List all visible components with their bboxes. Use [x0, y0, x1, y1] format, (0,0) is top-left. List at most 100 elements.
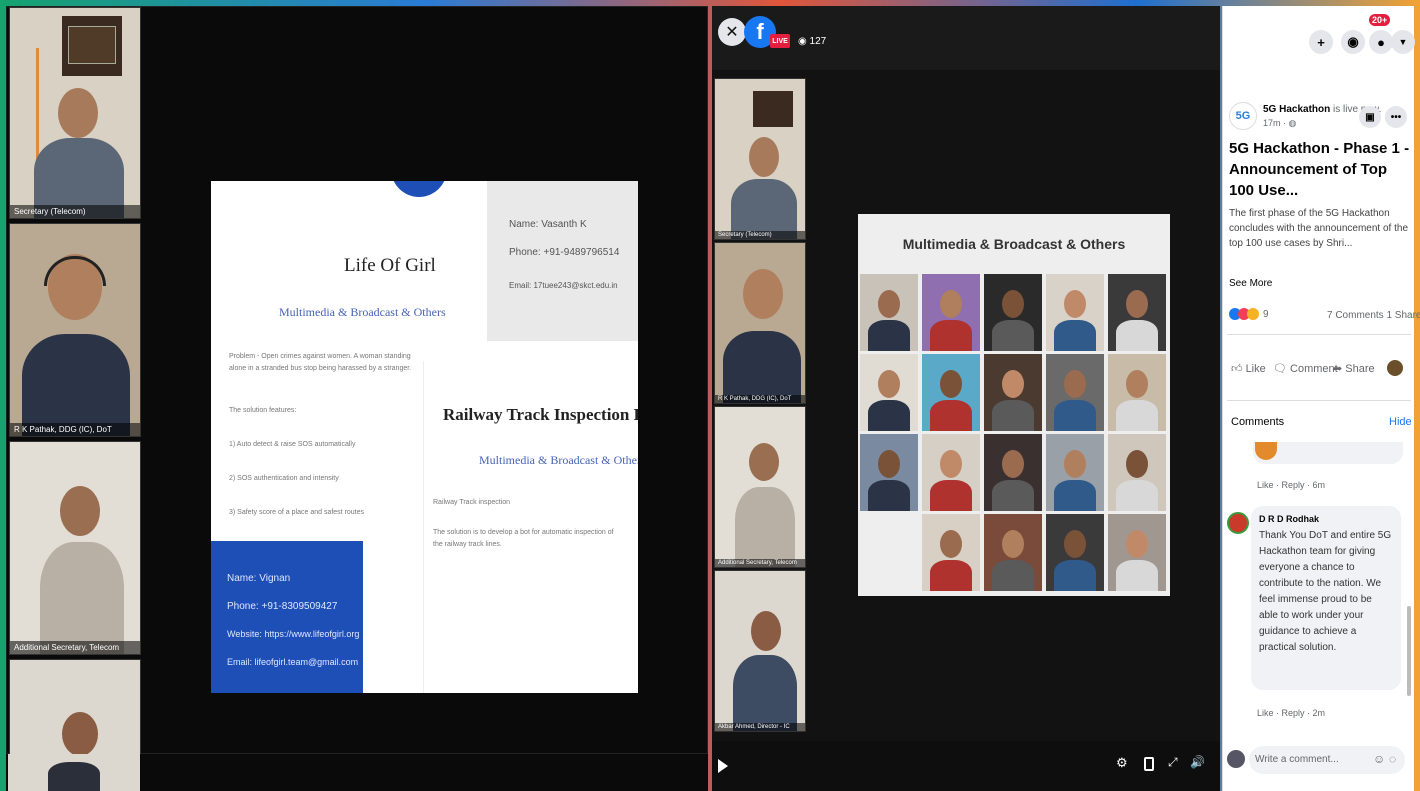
person-body: [1054, 480, 1096, 511]
gallery-participant-tile: [984, 354, 1042, 431]
person-body: [22, 334, 130, 436]
person-body: [723, 331, 801, 403]
person-head: [940, 370, 962, 398]
comment-meta[interactable]: Like · Reply · 2m: [1257, 708, 1325, 718]
person-body: [1116, 480, 1158, 511]
post-title: 5G Hackathon - Phase 1 - Announcement of…: [1229, 140, 1410, 199]
settings-icon[interactable]: ⚙: [1116, 755, 1128, 771]
page-avatar[interactable]: 5G: [1229, 102, 1257, 130]
comment-avatar: [1255, 442, 1277, 460]
person-body: [1116, 320, 1158, 351]
see-more-link[interactable]: See More: [1229, 278, 1272, 289]
video-participant-tile: R K Pathak, DDG (IC), DoT: [714, 242, 806, 404]
reactions[interactable]: 9: [1229, 308, 1269, 320]
write-comment-field[interactable]: Write a comment... ☺ ◌: [1249, 746, 1405, 774]
participant-tile[interactable]: Additional Secretary, Telecom: [9, 441, 141, 655]
comment-meta[interactable]: Like · Reply · 6m: [1257, 480, 1325, 490]
reaction-avatar[interactable]: [1387, 360, 1403, 376]
gallery-participant-tile: [860, 274, 918, 351]
person-body: [868, 400, 910, 431]
user-avatar: [1227, 750, 1245, 768]
hide-comments-link[interactable]: Hide: [1389, 416, 1412, 428]
video-participant-tile: Additional Secretary, Telecom: [714, 406, 806, 568]
gallery-participant-tile: [984, 514, 1042, 591]
person-head: [62, 712, 98, 754]
account-menu-icon[interactable]: ▼: [1391, 30, 1415, 54]
participant-tile[interactable]: [8, 754, 140, 791]
comments-heading: Comments: [1231, 416, 1285, 428]
gallery-participant-tile: [1046, 434, 1104, 511]
page-name[interactable]: 5G Hackathon: [1263, 104, 1330, 115]
person-head: [1126, 530, 1148, 558]
person-head: [1064, 370, 1086, 398]
contact-box-1: Name: Vignan Phone: +91-8309509427 Websi…: [211, 541, 363, 693]
person-head: [1002, 530, 1024, 558]
project2-desc: Railway Track inspection: [433, 499, 511, 506]
comment-author[interactable]: D R D Rodhak: [1259, 514, 1393, 524]
person-head: [743, 269, 783, 319]
participant-label: Additional Secretary, Telecom: [10, 641, 140, 654]
video-participant-tile: Akbar Ahmed, Director - IC: [714, 570, 806, 732]
person-body: [930, 320, 972, 351]
participant-tile[interactable]: Secretary (Telecom): [9, 7, 141, 219]
scrollbar[interactable]: [1407, 606, 1411, 696]
emoji-icon[interactable]: ☺: [1373, 752, 1385, 766]
wow-reaction-icon: [1247, 308, 1259, 320]
contact2-phone: Phone: +91-9489796514: [509, 247, 620, 258]
participant-label: Additional Secretary, Telecom: [715, 559, 805, 567]
post-body: The first phase of the 5G Hackathon conc…: [1229, 208, 1409, 249]
person-head: [878, 450, 900, 478]
create-icon[interactable]: +: [1309, 30, 1333, 54]
video-controls: ⚙ ⤢ 🔊: [712, 741, 1220, 791]
divider: [423, 361, 424, 693]
person-body: [1116, 400, 1158, 431]
bookmark-icon[interactable]: ▣: [1359, 106, 1381, 128]
live-badge: LIVE: [770, 34, 790, 48]
contact-box-2: Name: Vasanth K Phone: +91-9489796514 Em…: [487, 181, 638, 341]
person-body: [930, 400, 972, 431]
gallery-participant-tile: [1108, 354, 1166, 431]
project1-title: Life Of Girl: [344, 255, 436, 276]
person-head: [60, 486, 100, 536]
person-head: [1002, 450, 1024, 478]
play-icon[interactable]: [718, 759, 728, 773]
participant-label: Secretary (Telecom): [715, 231, 805, 239]
project1-problem: Problem - Open crimes against women. A w…: [229, 353, 412, 372]
project1-category: Multimedia & Broadcast & Others: [279, 305, 446, 319]
person-head: [1064, 530, 1086, 558]
viewer-count: ◉ 127: [798, 36, 827, 47]
more-options-icon[interactable]: •••: [1385, 106, 1407, 128]
sticker-icon[interactable]: ◌: [1389, 752, 1396, 766]
commenter-avatar[interactable]: [1227, 512, 1249, 534]
participant-tile[interactable]: [9, 659, 141, 755]
fullscreen-icon[interactable]: ⤢: [1168, 755, 1178, 770]
person-head: [1126, 450, 1148, 478]
fb-video-player[interactable]: ✕ f LIVE ◉ 127 Secretary (Telecom) R K P…: [712, 6, 1220, 791]
participant-tile[interactable]: R K Pathak, DDG (IC), DoT: [9, 223, 141, 437]
person-body: [992, 560, 1034, 591]
messenger-icon[interactable]: ◉: [1341, 30, 1365, 54]
person-head: [749, 137, 779, 177]
notification-badge: 20+: [1369, 14, 1391, 26]
gallery-participant-tile: [1046, 354, 1104, 431]
participant-label: R K Pathak, DDG (IC), DoT: [715, 395, 805, 403]
pip-icon[interactable]: [1144, 757, 1154, 771]
person-head: [1002, 290, 1024, 318]
person-head: [749, 443, 779, 481]
nameplate: [753, 91, 793, 127]
like-button[interactable]: 👍︎ Like: [1231, 362, 1266, 375]
share-button[interactable]: ➦ Share: [1333, 362, 1375, 375]
contact1-email: Email: lifeofgirl.team@gmail.com: [227, 657, 359, 667]
comment-bubble: [1253, 442, 1403, 464]
comments-share-count[interactable]: 7 Comments 1 Share: [1327, 310, 1420, 321]
volume-icon[interactable]: 🔊: [1190, 755, 1205, 769]
person-head: [940, 450, 962, 478]
gallery-title: Multimedia & Broadcast & Others: [902, 236, 1126, 252]
close-icon[interactable]: ✕: [718, 18, 746, 46]
gallery-participant-tile: [984, 434, 1042, 511]
participant-label: R K Pathak, DDG (IC), DoT: [10, 423, 140, 436]
divider: [1227, 400, 1411, 401]
notifications-icon[interactable]: ●: [1369, 30, 1393, 54]
comment-button[interactable]: 🗨︎ Comment: [1273, 362, 1338, 375]
gallery-participant-tile: [1046, 514, 1104, 591]
